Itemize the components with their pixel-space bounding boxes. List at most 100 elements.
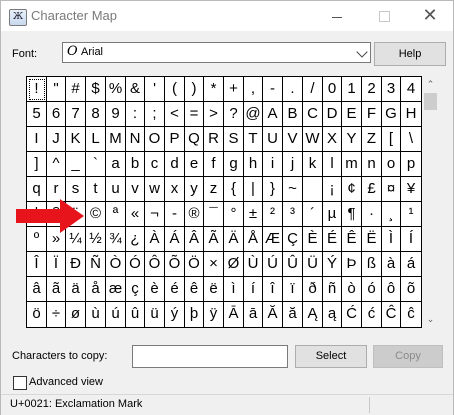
character-cell[interactable]: B [283,102,303,127]
character-cell[interactable]: Ć [342,302,362,327]
character-cell[interactable]: m [342,152,362,177]
character-cell[interactable]: Z [362,127,382,152]
character-cell[interactable]: þ [185,302,204,327]
character-cell[interactable]: b [126,152,145,177]
character-cell[interactable]: × [204,252,224,277]
character-cell[interactable]: v [126,177,145,202]
character-cell[interactable]: ¬ [145,202,165,227]
character-cell[interactable]: F [362,102,382,127]
character-cell[interactable]: > [204,102,224,127]
scroll-up-icon[interactable]: ⌃ [422,76,439,93]
advanced-view-label[interactable]: Advanced view [29,376,103,388]
character-cell[interactable]: · [362,202,382,227]
character-cell[interactable]: ´ [303,202,323,227]
character-cell[interactable]: % [106,77,126,102]
character-cell[interactable]: ¸ [382,202,401,227]
character-cell[interactable]: g [224,152,244,177]
character-cell[interactable]: ½ [86,227,106,252]
character-cell[interactable]: ê [185,277,204,302]
character-cell[interactable]: f [204,152,224,177]
character-cell[interactable]: ù [86,302,106,327]
character-cell[interactable]: x [165,177,185,202]
character-cell[interactable]: ® [185,202,204,227]
character-cell[interactable]: â [27,277,47,302]
character-cell[interactable]: ñ [323,277,342,302]
close-button[interactable]: ✕ [407,1,453,31]
character-cell[interactable]: ø [66,302,86,327]
character-cell[interactable]: ÷ [47,302,66,327]
character-cell[interactable]: ā [244,302,263,327]
character-cell[interactable]: Í [401,227,421,252]
character-cell[interactable]: ¥ [401,177,421,202]
character-cell[interactable]: \ [401,127,421,152]
character-cell[interactable]: + [224,77,244,102]
character-cell[interactable]: ÿ [204,302,224,327]
character-cell[interactable]: Þ [342,252,362,277]
character-cell[interactable]: _ [66,152,86,177]
font-dropdown[interactable]: O Arial [62,42,371,63]
character-cell[interactable]: Ð [66,252,86,277]
character-cell[interactable]: ô [382,277,401,302]
character-cell[interactable]: 5 [27,102,47,127]
character-cell[interactable]: « [126,202,145,227]
character-cell[interactable]: e [185,152,204,177]
character-cell[interactable]: Ĉ [382,302,401,327]
character-cell[interactable]: ö [27,302,47,327]
character-cell[interactable]: U [263,127,283,152]
character-cell[interactable]: M [106,127,126,152]
character-cell[interactable]: Õ [165,252,185,277]
character-cell[interactable]: Q [185,127,204,152]
title-bar[interactable]: Ж Character Map ✕ [1,1,453,31]
character-cell[interactable]: ú [106,302,126,327]
character-cell[interactable]: í [244,277,263,302]
character-cell[interactable] [303,177,323,202]
character-cell[interactable]: h [244,152,263,177]
maximize-button[interactable] [361,1,407,31]
character-cell[interactable]: ć [362,302,382,327]
character-cell[interactable]: ó [362,277,382,302]
character-cell[interactable]: K [66,127,86,152]
character-cell[interactable]: d [165,152,185,177]
character-cell[interactable]: t [86,177,106,202]
character-cell[interactable]: Ó [126,252,145,277]
character-cell[interactable]: ^ [47,152,66,177]
character-cell[interactable]: ° [224,202,244,227]
character-cell[interactable]: J [47,127,66,152]
character-cell[interactable]: Ñ [86,252,106,277]
character-cell[interactable]: < [165,102,185,127]
character-cell[interactable]: A [263,102,283,127]
character-cell[interactable]: , [244,77,263,102]
scroll-down-icon[interactable]: ⌄ [422,311,439,328]
character-cell[interactable]: à [382,252,401,277]
character-cell[interactable]: 7 [66,102,86,127]
character-cell[interactable]: ë [204,277,224,302]
character-cell[interactable]: Ê [342,227,362,252]
character-cell[interactable]: ß [362,252,382,277]
character-cell[interactable]: $ [86,77,106,102]
character-cell[interactable]: î [263,277,283,302]
character-cell[interactable]: Ā [224,302,244,327]
character-cell[interactable]: é [165,277,185,302]
character-cell[interactable]: Â [185,227,204,252]
character-cell[interactable]: L [86,127,106,152]
character-cell[interactable]: " [47,77,66,102]
character-cell[interactable]: É [323,227,342,252]
character-cell[interactable]: 1 [342,77,362,102]
character-cell[interactable]: 9 [106,102,126,127]
character-cell[interactable]: Û [283,252,303,277]
character-cell[interactable]: o [382,152,401,177]
character-cell[interactable]: ] [27,152,47,177]
character-cell[interactable]: u [106,177,126,202]
character-cell[interactable]: è [145,277,165,302]
character-cell[interactable]: Ç [283,227,303,252]
character-cell[interactable]: Î [27,252,47,277]
character-cell[interactable]: Á [165,227,185,252]
character-cell[interactable]: ? [224,102,244,127]
character-cell[interactable]: / [303,77,323,102]
character-cell[interactable]: ý [165,302,185,327]
character-cell[interactable]: } [263,177,283,202]
character-cell[interactable]: Å [244,227,263,252]
character-cell[interactable]: Ú [263,252,283,277]
character-cell[interactable]: k [303,152,323,177]
character-cell[interactable]: n [362,152,382,177]
